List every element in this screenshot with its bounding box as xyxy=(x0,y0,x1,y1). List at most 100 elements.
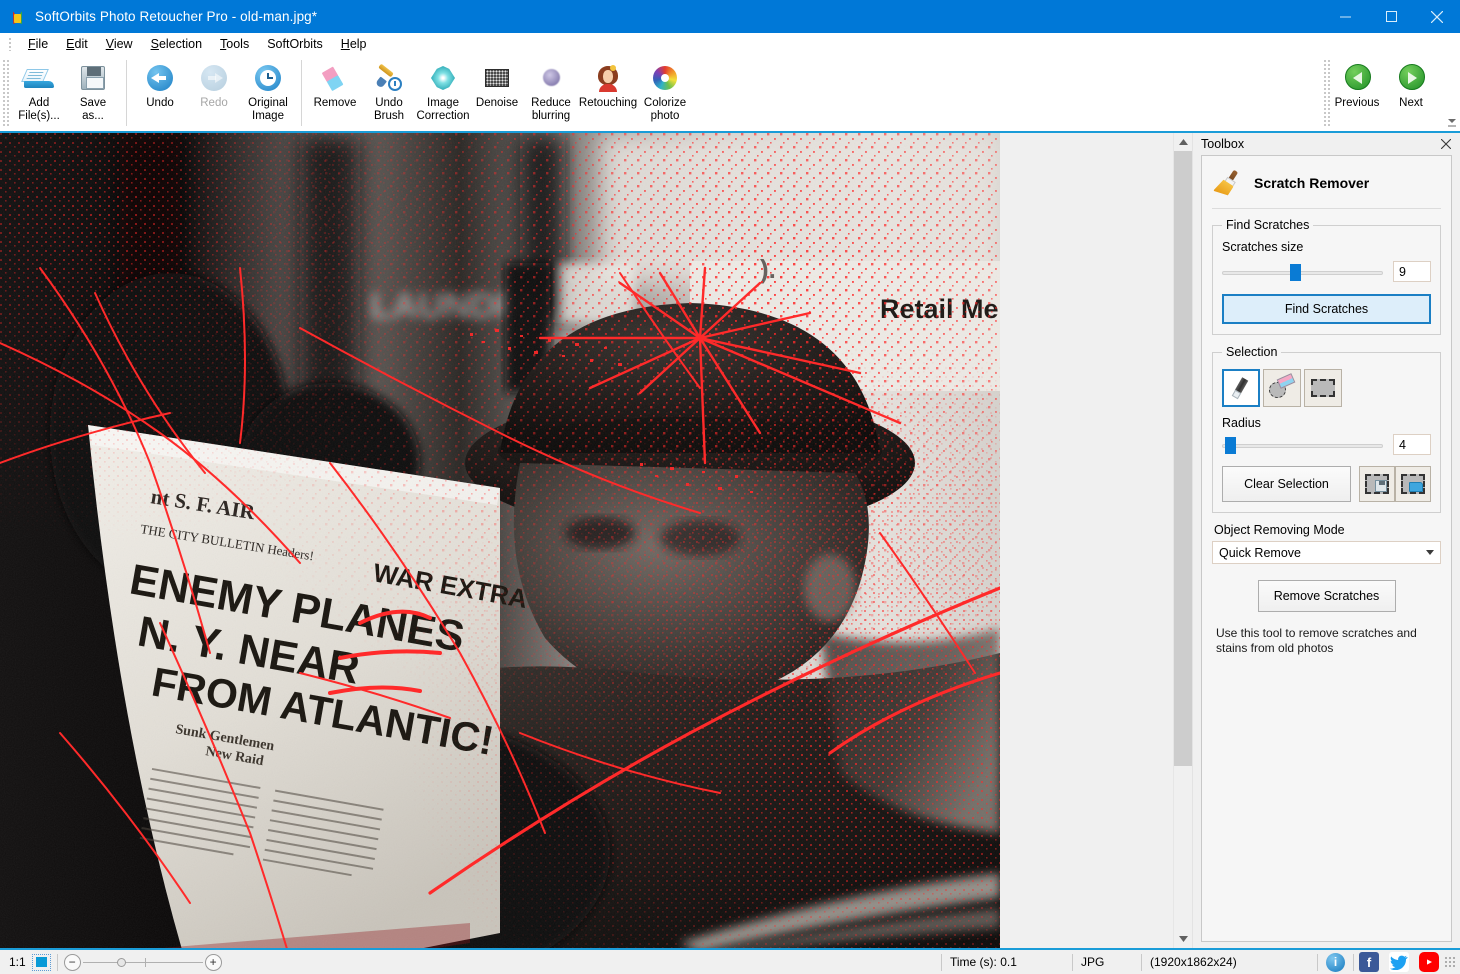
brush-tool-button[interactable] xyxy=(1222,369,1260,407)
slider-track xyxy=(1222,271,1383,275)
resize-grip-icon[interactable] xyxy=(1444,956,1456,968)
denoise-label: Denoise xyxy=(476,97,518,110)
toolbar-grip[interactable] xyxy=(2,59,9,127)
undo-button[interactable]: Undo xyxy=(133,55,187,131)
previous-button[interactable]: Previous xyxy=(1330,55,1384,131)
close-button[interactable] xyxy=(1414,0,1460,33)
undo-brush-button[interactable]: UndoBrush xyxy=(362,55,416,131)
radius-slider[interactable] xyxy=(1222,436,1383,454)
rectangle-select-tool-button[interactable] xyxy=(1304,369,1342,407)
scratches-size-value[interactable]: 9 xyxy=(1393,261,1431,282)
original-image-button[interactable]: OriginalImage xyxy=(241,55,295,131)
toolbar-overflow-button[interactable] xyxy=(1447,117,1457,129)
menu-selection[interactable]: Selection xyxy=(142,35,211,53)
rectangle-select-icon xyxy=(1311,379,1335,397)
butterfly-logo-icon xyxy=(10,9,26,25)
youtube-icon[interactable] xyxy=(1419,952,1439,972)
toolbox-panel: Toolbox Scratch Remover Find Scratches S… xyxy=(1192,133,1460,948)
selection-actions-row: Clear Selection xyxy=(1222,466,1431,502)
previous-label: Previous xyxy=(1335,97,1380,110)
scroll-down-button[interactable] xyxy=(1174,930,1192,948)
radius-value[interactable]: 4 xyxy=(1393,434,1431,455)
load-selection-icon xyxy=(1401,474,1425,494)
zoom-thumb[interactable] xyxy=(117,958,126,967)
menu-grip[interactable] xyxy=(8,37,13,51)
colorize-photo-label: Colorizephoto xyxy=(644,97,686,122)
menu-edit[interactable]: Edit xyxy=(57,35,97,53)
zoom-out-button[interactable]: − xyxy=(64,954,81,971)
zoom-track[interactable] xyxy=(83,962,203,963)
twitter-icon[interactable] xyxy=(1389,952,1409,972)
fit-to-window-icon xyxy=(32,954,51,971)
selection-io-buttons xyxy=(1359,466,1431,502)
minimize-button[interactable] xyxy=(1322,0,1368,33)
scrollbar-track[interactable] xyxy=(1174,151,1192,930)
menu-softorbits[interactable]: SoftOrbits xyxy=(258,35,332,53)
scrollbar-thumb[interactable] xyxy=(1174,151,1192,766)
toolbox-body: Scratch Remover Find Scratches Scratches… xyxy=(1201,155,1452,942)
image-correction-button[interactable]: ImageCorrection xyxy=(416,55,470,131)
fit-to-window-button[interactable] xyxy=(32,949,57,974)
radius-label: Radius xyxy=(1222,416,1431,430)
radius-slider-track xyxy=(1222,444,1383,448)
redo-button[interactable]: Redo xyxy=(187,55,241,131)
close-icon[interactable] xyxy=(1438,136,1454,152)
slider-thumb[interactable] xyxy=(1290,264,1301,281)
selection-legend: Selection xyxy=(1222,345,1281,359)
pen-icon xyxy=(1229,376,1253,400)
maximize-button[interactable] xyxy=(1368,0,1414,33)
panel-hint: Use this tool to remove scratches and st… xyxy=(1216,626,1439,656)
retouching-button[interactable]: Retouching xyxy=(578,55,638,131)
nav-group-grip[interactable] xyxy=(1323,59,1330,127)
denoise-button[interactable]: Denoise xyxy=(470,55,524,131)
eraser-icon xyxy=(1269,376,1295,400)
original-image-label: OriginalImage xyxy=(248,97,288,122)
facebook-icon[interactable]: f xyxy=(1359,952,1379,972)
save-as-icon xyxy=(77,62,109,94)
save-selection-button[interactable] xyxy=(1359,466,1395,502)
info-button[interactable]: i xyxy=(1318,949,1353,974)
save-as-label: Saveas... xyxy=(80,97,106,122)
toolbar-group-history: Undo Redo OriginalImage xyxy=(133,55,295,131)
zoom-slider[interactable]: − + xyxy=(58,954,228,971)
remove-label: Remove xyxy=(314,97,357,110)
menu-view[interactable]: View xyxy=(97,35,142,53)
redo-icon xyxy=(198,62,230,94)
undo-brush-label: UndoBrush xyxy=(374,97,404,122)
menu-help[interactable]: Help xyxy=(332,35,376,53)
selection-group: Selection Radius xyxy=(1212,345,1441,513)
zoom-in-button[interactable]: + xyxy=(205,954,222,971)
eraser-tool-button[interactable] xyxy=(1263,369,1301,407)
scroll-up-button[interactable] xyxy=(1174,133,1192,151)
clear-selection-button[interactable]: Clear Selection xyxy=(1222,466,1351,502)
add-files-button[interactable]: AddFile(s)... xyxy=(12,55,66,131)
object-removing-mode-select[interactable]: Quick Remove xyxy=(1212,541,1441,564)
scratches-size-label: Scratches size xyxy=(1222,240,1431,254)
photo-image[interactable]: LAUNDRY NEAR Retail Me ). xyxy=(0,133,1000,948)
panel-title: Scratch Remover xyxy=(1254,175,1369,191)
find-scratches-button[interactable]: Find Scratches xyxy=(1222,294,1431,324)
menu-file[interactable]: File xyxy=(19,35,57,53)
remove-scratches-button[interactable]: Remove Scratches xyxy=(1258,580,1396,612)
reduce-blurring-button[interactable]: Reduceblurring xyxy=(524,55,578,131)
save-as-button[interactable]: Saveas... xyxy=(66,55,120,131)
next-arrow-icon xyxy=(1395,62,1427,94)
image-canvas[interactable]: LAUNDRY NEAR Retail Me ). xyxy=(0,133,1173,948)
broom-icon xyxy=(1214,168,1244,198)
menu-tools[interactable]: Tools xyxy=(211,35,258,53)
main-toolbar: AddFile(s)... Saveas... Undo Redo xyxy=(0,55,1460,133)
scratches-size-slider[interactable] xyxy=(1222,263,1383,281)
main-area: LAUNDRY NEAR Retail Me ). xyxy=(0,133,1460,948)
next-button[interactable]: Next xyxy=(1384,55,1438,131)
canvas-vertical-scrollbar[interactable] xyxy=(1173,133,1192,948)
load-selection-button[interactable] xyxy=(1395,466,1431,502)
menu-bar: File Edit View Selection Tools SoftOrbit… xyxy=(0,33,1460,55)
application-window: SoftOrbits Photo Retoucher Pro - old-man… xyxy=(0,0,1460,974)
next-label: Next xyxy=(1399,97,1423,110)
radius-slider-thumb[interactable] xyxy=(1225,437,1236,454)
remove-button[interactable]: Remove xyxy=(308,55,362,131)
image-correction-icon xyxy=(427,62,459,94)
colorize-photo-button[interactable]: Colorizephoto xyxy=(638,55,692,131)
previous-arrow-icon xyxy=(1341,62,1373,94)
add-files-icon xyxy=(23,62,55,94)
